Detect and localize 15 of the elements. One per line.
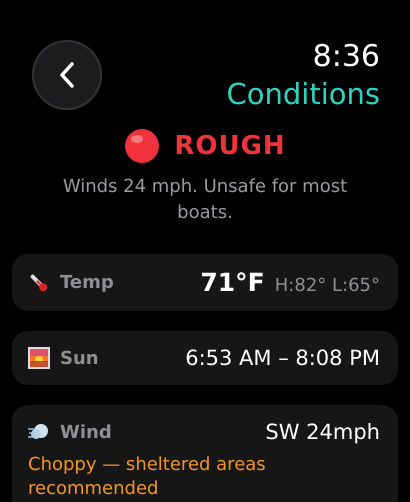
screen-title: Conditions bbox=[226, 76, 380, 112]
card-value: SW 24mph bbox=[265, 420, 380, 444]
card-label: Temp bbox=[60, 272, 114, 293]
card-label: Wind bbox=[60, 422, 112, 442]
thermometer-icon bbox=[28, 272, 50, 294]
back-icon bbox=[59, 61, 75, 89]
status-message: Winds 24 mph. Unsafe for most boats. bbox=[62, 175, 348, 225]
clock-time: 8:36 bbox=[312, 40, 380, 74]
status-label: ROUGH bbox=[174, 131, 286, 161]
sunset-icon bbox=[28, 347, 50, 369]
card-note: Choppy — sheltered areas recommended bbox=[28, 453, 267, 501]
high-low-text: H:82° L:65° bbox=[274, 275, 380, 296]
card-label: Sun bbox=[60, 348, 99, 368]
card-value: 6:53 AM – 8:08 PM bbox=[185, 346, 380, 370]
card-value: 71°F bbox=[200, 268, 265, 297]
